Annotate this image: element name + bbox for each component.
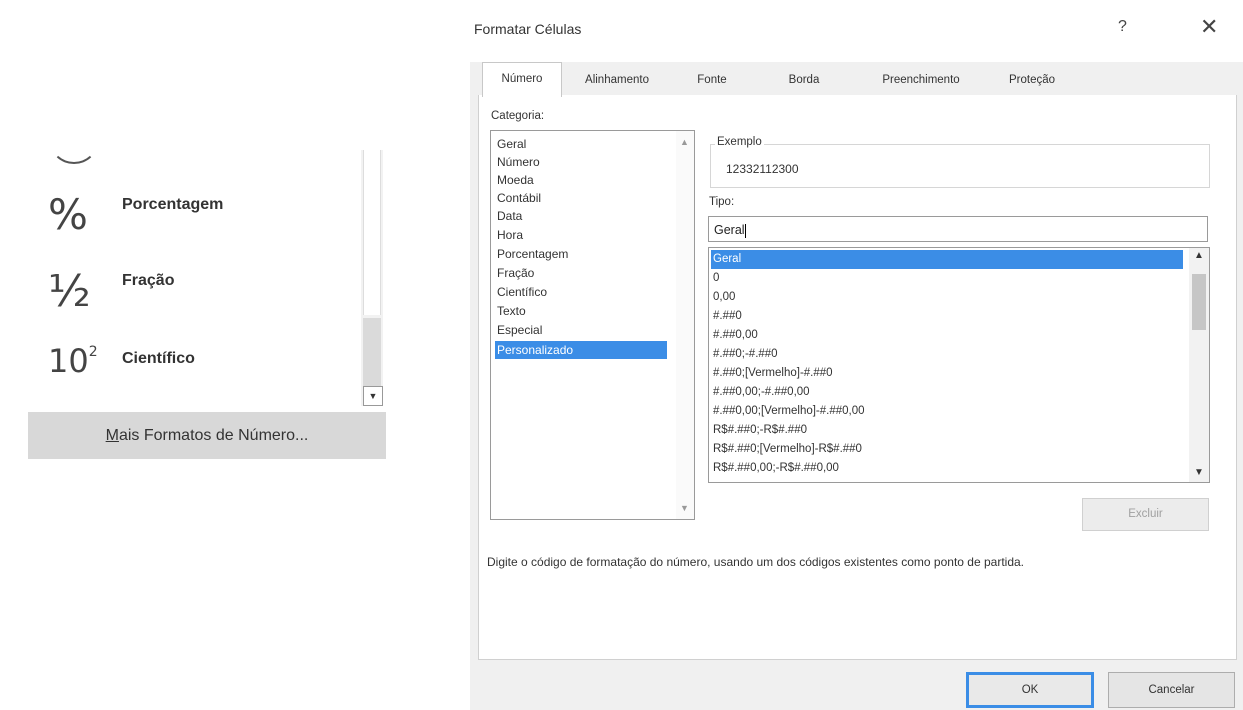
- type-item[interactable]: R$#.##0;-R$#.##0: [711, 421, 1183, 440]
- format-option-scientific[interactable]: 102 Científico: [0, 340, 360, 412]
- type-item[interactable]: 0: [711, 269, 1183, 288]
- category-item[interactable]: Porcentagem: [495, 245, 667, 263]
- scrollbar-thumb[interactable]: [1192, 274, 1206, 330]
- type-item[interactable]: R$#.##0;[Vermelho]-R$#.##0: [711, 440, 1183, 459]
- category-item[interactable]: Científico: [495, 283, 667, 301]
- ok-button[interactable]: OK: [966, 672, 1094, 708]
- category-item[interactable]: Fração: [495, 264, 667, 282]
- type-item[interactable]: #.##0: [711, 307, 1183, 326]
- partial-format-icon: [50, 120, 98, 164]
- type-item[interactable]: 0,00: [711, 288, 1183, 307]
- category-item[interactable]: Contábil: [495, 189, 667, 207]
- type-item-selected[interactable]: Geral: [711, 250, 1183, 269]
- type-item[interactable]: #.##0;[Vermelho]-#.##0: [711, 364, 1183, 383]
- type-label: Tipo:: [709, 196, 735, 208]
- category-item[interactable]: Especial: [495, 321, 667, 339]
- type-item[interactable]: #.##0,00;-#.##0,00: [711, 383, 1183, 402]
- type-input[interactable]: Geral: [708, 216, 1208, 242]
- type-item[interactable]: #.##0;-#.##0: [711, 345, 1183, 364]
- tab-fonte[interactable]: Fonte: [675, 66, 749, 94]
- tab-alinhamento[interactable]: Alinhamento: [565, 66, 669, 94]
- format-option-label: Científico: [122, 350, 195, 367]
- chevron-up-icon[interactable]: ▲: [680, 137, 689, 147]
- fraction-icon: ½: [48, 266, 91, 317]
- category-item[interactable]: Geral: [495, 135, 667, 153]
- type-item[interactable]: R$#.##0,00;-R$#.##0,00: [711, 459, 1183, 478]
- category-item[interactable]: Hora: [495, 226, 667, 244]
- dialog-title: Formatar Células: [474, 21, 582, 37]
- type-list[interactable]: Geral 0 0,00 #.##0 #.##0,00 #.##0;-#.##0…: [708, 247, 1210, 483]
- category-item[interactable]: Número: [495, 153, 667, 171]
- type-list-scrollbar[interactable]: ▲ ▼: [1189, 248, 1209, 482]
- chevron-up-icon[interactable]: ▲: [1194, 250, 1204, 261]
- category-list[interactable]: Geral Número Moeda Contábil Data Hora Po…: [490, 130, 695, 520]
- format-option-label: Fração: [122, 272, 175, 289]
- menu-scrollbar[interactable]: ▼: [361, 150, 383, 406]
- percent-icon: %: [48, 190, 88, 239]
- format-option-label: Porcentagem: [122, 196, 224, 213]
- tab-preenchimento[interactable]: Preenchimento: [860, 66, 982, 94]
- tab-borda[interactable]: Borda: [760, 66, 848, 94]
- number-format-menu: % Porcentagem ½ Fração 102 Científico ▼ …: [0, 0, 470, 710]
- category-item-selected[interactable]: Personalizado: [495, 341, 667, 359]
- format-cells-dialog: Formatar Células ? ✕ Número Alinhamento …: [470, 0, 1243, 710]
- example-label: Exemplo: [715, 136, 764, 148]
- hint-text: Digite o código de formatação do número,…: [487, 555, 1024, 569]
- category-item[interactable]: Texto: [495, 302, 667, 320]
- text-caret: [744, 223, 746, 238]
- dialog-titlebar: Formatar Células ? ✕: [470, 0, 1243, 62]
- category-scrollbar[interactable]: ▲ ▼: [676, 131, 694, 519]
- delete-button[interactable]: Excluir: [1082, 498, 1209, 531]
- tab-protecao[interactable]: Proteção: [990, 66, 1074, 94]
- category-item[interactable]: Moeda: [495, 171, 667, 189]
- category-label: Categoria:: [491, 110, 545, 122]
- scientific-icon: 102: [48, 342, 98, 380]
- type-item[interactable]: #.##0,00: [711, 326, 1183, 345]
- more-number-formats-button[interactable]: Mais Formatos de Número...: [28, 412, 386, 459]
- scroll-down-icon[interactable]: ▼: [363, 386, 383, 406]
- format-option-fraction[interactable]: ½ Fração: [0, 264, 360, 336]
- tab-numero[interactable]: Número: [482, 62, 562, 97]
- type-item[interactable]: #.##0,00;[Vermelho]-#.##0,00: [711, 402, 1183, 421]
- chevron-down-icon[interactable]: ▼: [680, 503, 689, 513]
- help-icon[interactable]: ?: [1118, 18, 1127, 36]
- scrollbar-track[interactable]: [363, 318, 381, 386]
- scrollbar-thumb[interactable]: [363, 150, 381, 315]
- close-icon[interactable]: ✕: [1200, 14, 1218, 40]
- format-option-percentage[interactable]: % Porcentagem: [0, 188, 360, 260]
- example-value: 12332112300: [726, 162, 799, 176]
- category-item[interactable]: Data: [495, 207, 667, 225]
- cancel-button[interactable]: Cancelar: [1108, 672, 1235, 708]
- chevron-down-icon[interactable]: ▼: [1194, 467, 1204, 478]
